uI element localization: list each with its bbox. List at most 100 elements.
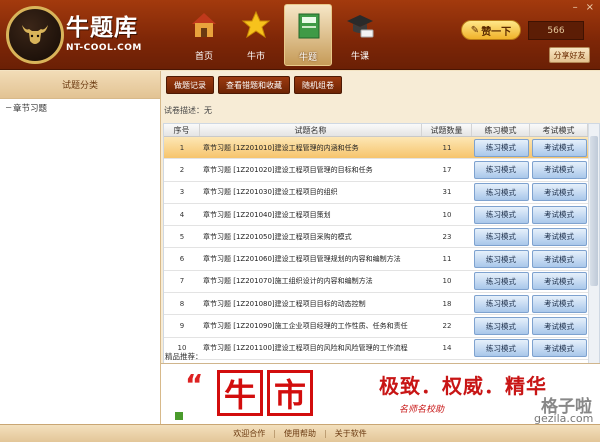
col-header-exam[interactable]: 考试模式	[530, 124, 588, 136]
exam-mode-button[interactable]: 考试模式	[531, 294, 587, 313]
practice-mode-button[interactable]: 练习模式	[473, 272, 529, 291]
exam-name: 章节习题 [1Z201080]建设工程项目目标的动态控制	[203, 299, 366, 308]
exam-mode-button[interactable]: 考试模式	[531, 272, 587, 291]
nav-home-label: 首页	[194, 52, 213, 62]
graduation-cap-icon	[347, 15, 374, 38]
table-row[interactable]: 1 章节习题 [1Z201010]建设工程管理的内涵和任务 11 练习模式 考试模式	[164, 137, 599, 160]
practice-cell: 练习模式	[472, 250, 530, 269]
close-icon[interactable]: ×	[586, 2, 594, 13]
practice-mode-button[interactable]: 练习模式	[473, 183, 529, 202]
practice-mode-button[interactable]: 练习模式	[473, 138, 529, 157]
exam-mode-button[interactable]: 考试模式	[531, 138, 587, 157]
exam-mode-button[interactable]: 考试模式	[531, 183, 587, 202]
question-count: 23	[442, 232, 452, 241]
table-row[interactable]: 7 章节习题 [1Z201070]施工组织设计的内容和编制方法 10 练习模式 考试模式	[164, 271, 599, 294]
exam-mode-button[interactable]: 考试模式	[531, 205, 587, 224]
nav-market-label: 牛市	[246, 52, 265, 62]
tree-item-chapter-exercises[interactable]: − 章节习题	[0, 99, 160, 114]
table-header: 序号 试题名称 试题数量 练习模式 考试模式	[164, 124, 599, 137]
exam-name: 章节习题 [1Z201050]建设工程项目采购的模式	[203, 232, 352, 241]
tree-item-label: 章节习题	[13, 104, 48, 114]
practice-mode-button[interactable]: 练习模式	[473, 227, 529, 246]
table-body: 1 章节习题 [1Z201010]建设工程管理的内涵和任务 11 练习模式 考试模式 2 章…	[164, 137, 599, 360]
exam-name: 章节习题 [1Z201030]建设工程项目的组织	[203, 188, 338, 197]
share-button[interactable]: 分享好友	[549, 47, 590, 63]
exam-mode-button[interactable]: 考试模式	[531, 160, 587, 179]
house-icon	[192, 13, 216, 37]
exam-cell: 考试模式	[530, 138, 588, 157]
question-count: 31	[442, 188, 452, 197]
promo-stamp-char: 市	[267, 370, 313, 416]
exam-mode-button[interactable]: 考试模式	[531, 250, 587, 269]
nav-courses[interactable]: 牛课	[336, 4, 384, 66]
practice-cell: 练习模式	[472, 183, 530, 202]
question-count: 10	[442, 277, 452, 286]
col-header-no[interactable]: 序号	[164, 124, 200, 136]
practice-mode-button[interactable]: 练习模式	[473, 294, 529, 313]
promo-quote-mark: “	[185, 368, 204, 401]
nav-questions-label: 牛题	[298, 53, 317, 63]
history-button[interactable]: 做题记录	[166, 76, 214, 94]
bull-logo-icon	[6, 6, 64, 64]
promo-label: 精品推荐：	[165, 352, 203, 361]
footer-link-cooperate[interactable]: 欢迎合作	[233, 428, 265, 439]
question-count: 11	[442, 255, 452, 264]
like-button[interactable]: ✎ 赞一下	[461, 20, 521, 40]
table-row[interactable]: 10 章节习题 [1Z201100]建设工程项目的风险和风险管理的工作流程 14 练习…	[164, 338, 599, 360]
table-row[interactable]: 3 章节习题 [1Z201030]建设工程项目的组织 31 练习模式 考试模式	[164, 182, 599, 204]
practice-cell: 练习模式	[472, 160, 530, 179]
nav-questions[interactable]: 牛题	[284, 4, 332, 66]
practice-mode-button[interactable]: 练习模式	[473, 339, 529, 358]
category-panel-title: 试题分类	[0, 71, 160, 99]
collapse-icon[interactable]: −	[5, 103, 13, 113]
table-row[interactable]: 6 章节习题 [1Z201060]建设工程项目管理规划的内容和编制方法 11 练习模式…	[164, 248, 599, 271]
question-count: 22	[442, 322, 452, 331]
question-count: 10	[442, 210, 452, 219]
row-number: 9	[179, 322, 185, 331]
exam-cell: 考试模式	[530, 272, 588, 291]
category-panel: 试题分类 − 章节习题	[0, 71, 161, 424]
nav-home[interactable]: 首页	[180, 4, 228, 66]
random-paper-button[interactable]: 随机组卷	[294, 76, 342, 94]
exam-mode-button[interactable]: 考试模式	[531, 227, 587, 246]
table-row[interactable]: 8 章节习题 [1Z201080]建设工程项目目标的动态控制 18 练习模式 考试模式	[164, 293, 599, 316]
leaf-icon	[175, 412, 183, 420]
exam-mode-button[interactable]: 考试模式	[531, 339, 587, 358]
exam-name: 章节习题 [1Z201060]建设工程项目管理规划的内容和编制方法	[203, 255, 401, 264]
table-row[interactable]: 2 章节习题 [1Z201020]建设工程项目管理的目标和任务 17 练习模式 考试模式	[164, 159, 599, 182]
pencil-icon: ✎	[470, 24, 480, 36]
table-row[interactable]: 9 章节习题 [1Z201090]施工企业项目经理的工作性质、任务和责任 22 练习模…	[164, 315, 599, 338]
table-row[interactable]: 4 章节习题 [1Z201040]建设工程项目策划 10 练习模式 考试模式	[164, 204, 599, 227]
nav-market[interactable]: 牛市	[232, 4, 280, 66]
book-icon	[298, 13, 320, 39]
footer-separator: |	[324, 429, 327, 438]
footer-link-about[interactable]: 关于软件	[335, 428, 367, 439]
scrollbar-thumb[interactable]	[590, 136, 598, 286]
mistakes-favorites-button[interactable]: 查看错题和收藏	[218, 76, 290, 94]
watermark-url: gezila.com	[534, 412, 594, 424]
nav-courses-label: 牛课	[350, 52, 369, 62]
practice-mode-button[interactable]: 练习模式	[473, 160, 529, 179]
exam-mode-button[interactable]: 考试模式	[531, 317, 587, 336]
col-header-name[interactable]: 试题名称	[200, 124, 422, 136]
footer-link-help[interactable]: 使用帮助	[284, 428, 316, 439]
exam-cell: 考试模式	[530, 227, 588, 246]
practice-cell: 练习模式	[472, 227, 530, 246]
exam-name: 章节习题 [1Z201100]建设工程项目的风险和风险管理的工作流程	[203, 344, 408, 353]
question-count: 17	[442, 165, 452, 174]
practice-mode-button[interactable]: 练习模式	[473, 317, 529, 336]
practice-mode-button[interactable]: 练习模式	[473, 250, 529, 269]
promo-slogan: 极致．权威．精华	[379, 374, 547, 398]
table-row[interactable]: 5 章节习题 [1Z201050]建设工程项目采购的模式 23 练习模式 考试模式	[164, 226, 599, 249]
practice-cell: 练习模式	[472, 317, 530, 336]
row-number: 8	[179, 299, 185, 308]
minimize-icon[interactable]: –	[573, 2, 578, 13]
row-number: 7	[179, 277, 185, 286]
col-header-count[interactable]: 试题数量	[422, 124, 472, 136]
exam-name: 章节习题 [1Z201070]施工组织设计的内容和编制方法	[203, 277, 373, 286]
question-count: 11	[442, 143, 452, 152]
promo-banner[interactable]: “ 牛 市 极致．权威．精华 名师名校助 格子啦 gezila.com	[161, 363, 600, 424]
col-header-practice[interactable]: 练习模式	[472, 124, 530, 136]
question-count: 14	[442, 344, 452, 353]
practice-mode-button[interactable]: 练习模式	[473, 205, 529, 224]
